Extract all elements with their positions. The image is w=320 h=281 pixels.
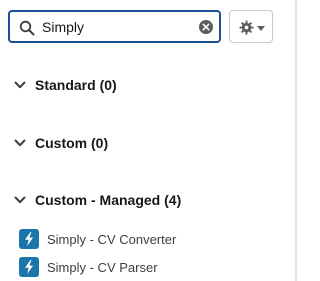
search-box[interactable]	[8, 10, 221, 43]
list-item-cv-converter[interactable]: Simply - CV Converter	[19, 229, 176, 249]
list-item-cv-parser[interactable]: Simply - CV Parser	[19, 257, 158, 277]
section-standard[interactable]: Standard (0)	[14, 75, 117, 95]
list-item-label: Simply - CV Converter	[47, 231, 177, 247]
section-custom-managed[interactable]: Custom - Managed (4)	[14, 190, 181, 210]
gear-icon	[239, 20, 254, 35]
lightning-bolt-icon	[19, 257, 39, 277]
search-input[interactable]	[42, 12, 192, 41]
chevron-down-icon	[14, 81, 26, 89]
section-custom[interactable]: Custom (0)	[14, 133, 108, 153]
panel-divider	[295, 0, 297, 281]
components-panel: Standard (0) Custom (0) Custom - Managed…	[0, 0, 297, 281]
caret-down-icon	[257, 26, 265, 31]
chevron-down-icon	[14, 196, 26, 204]
section-label: Custom - Managed (4)	[35, 192, 182, 208]
search-icon	[19, 20, 35, 36]
section-label: Custom (0)	[35, 135, 109, 151]
list-item-label: Simply - CV Parser	[47, 259, 158, 275]
section-label: Standard (0)	[35, 77, 117, 93]
chevron-down-icon	[14, 139, 26, 147]
lightning-bolt-icon	[19, 229, 39, 249]
settings-menu-button[interactable]	[229, 10, 273, 43]
clear-icon[interactable]	[199, 20, 213, 34]
